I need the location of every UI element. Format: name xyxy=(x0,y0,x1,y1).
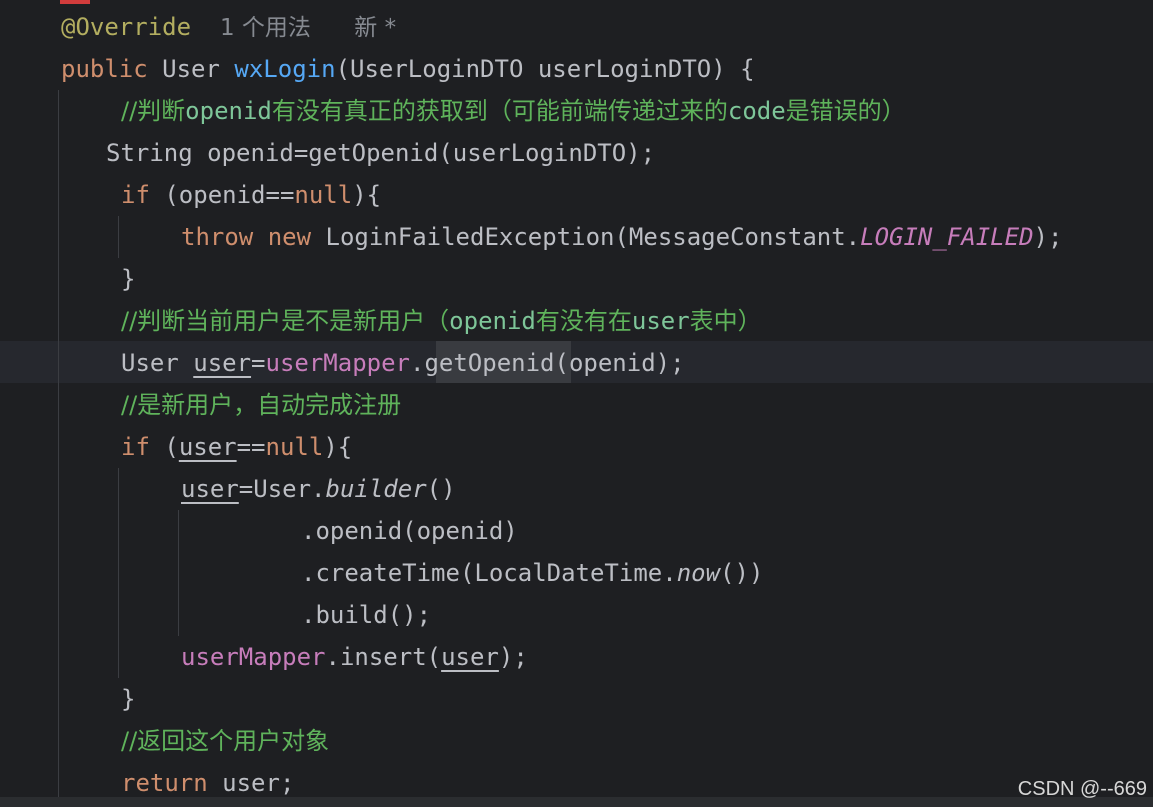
code-text: ){ xyxy=(352,181,382,209)
code-line-6[interactable]: throw new LoginFailedException(MessageCo… xyxy=(181,216,1062,258)
keyword-token: null xyxy=(265,433,324,461)
static-call-token: now xyxy=(676,559,721,587)
code-text: (openid== xyxy=(149,181,295,209)
code-text: ){ xyxy=(323,433,353,461)
code-editor[interactable]: @Override 1 个用法 新 * public User wxLogin(… xyxy=(0,0,1153,807)
code-text: .openid(openid) xyxy=(301,517,518,545)
field-token: userMapper xyxy=(265,349,411,377)
code-text: =User. xyxy=(238,475,326,503)
constant-token: LOGIN_FAILED xyxy=(860,223,1034,251)
keyword-token: return xyxy=(121,769,208,797)
keyword-token: public xyxy=(61,55,148,83)
comment-token: user xyxy=(631,307,690,335)
keyword-token: new xyxy=(253,223,312,251)
error-marker xyxy=(60,0,90,4)
code-text: . xyxy=(410,349,425,377)
code-text: ( xyxy=(149,433,179,461)
code-text: == xyxy=(236,433,266,461)
code-text: .insert( xyxy=(325,643,442,671)
indent-guide xyxy=(118,216,119,258)
indent-guide xyxy=(118,468,119,678)
horizontal-scrollbar[interactable] xyxy=(0,797,1153,807)
comment-token: //返回这个用户对象 xyxy=(121,727,330,755)
code-line-18[interactable]: //返回这个用户对象 xyxy=(121,720,329,762)
comment-token: //判断当前用户是不是新用户（ xyxy=(121,307,450,335)
variable-token: user xyxy=(441,643,499,671)
code-text: ); xyxy=(498,643,528,671)
method-call-token: getOpenid xyxy=(424,349,555,377)
keyword-token: throw xyxy=(181,223,254,251)
watermark-text: CSDN @--669 xyxy=(1017,778,1147,800)
keyword-token: if xyxy=(121,433,150,461)
code-text: User xyxy=(147,55,235,83)
code-line-16[interactable]: userMapper.insert(user); xyxy=(181,636,528,678)
comment-token: 表中） xyxy=(689,307,762,335)
code-text: () xyxy=(426,475,456,503)
code-text: (UserLoginDTO userLoginDTO) { xyxy=(335,55,755,83)
code-line-15[interactable]: .build(); xyxy=(301,594,431,636)
comment-token: 有没有在 xyxy=(535,307,632,335)
code-text: (openid); xyxy=(554,349,685,377)
comment-token: 是错误的） xyxy=(785,97,906,125)
comment-token: openid xyxy=(449,307,536,335)
comment-token: 有没有真正的获取到（可能前端传递过来的 xyxy=(271,97,728,125)
code-text: ()) xyxy=(720,559,764,587)
code-text: .createTime(LocalDateTime. xyxy=(301,559,677,587)
code-line-13[interactable]: .openid(openid) xyxy=(301,510,518,552)
code-line-3[interactable]: //判断openid有没有真正的获取到（可能前端传递过来的code是错误的） xyxy=(121,90,906,132)
code-line-7[interactable]: } xyxy=(121,258,135,300)
code-line-12[interactable]: user=User.builder() xyxy=(181,468,456,510)
variable-token: user xyxy=(181,475,239,503)
code-text: LoginFailedException(MessageConstant. xyxy=(311,223,861,251)
code-line-5[interactable]: if (openid==null){ xyxy=(121,174,381,216)
code-text: String openid=getOpenid(userLoginDTO); xyxy=(106,139,656,167)
annotation-token: @Override xyxy=(61,13,192,41)
code-line-17[interactable]: } xyxy=(121,678,135,720)
comment-token: openid xyxy=(185,97,272,125)
indent-guide xyxy=(58,90,59,807)
static-call-token: builder xyxy=(325,475,427,503)
indent-guide xyxy=(178,510,179,636)
code-text: user; xyxy=(207,769,295,797)
comment-token: //是新用户，自动完成注册 xyxy=(121,391,402,419)
code-line-8[interactable]: //判断当前用户是不是新用户（openid有没有在user表中） xyxy=(121,300,762,342)
code-text: } xyxy=(121,685,136,713)
comment-token: //判断 xyxy=(121,97,186,125)
code-text: } xyxy=(121,265,136,293)
code-text: ); xyxy=(1033,223,1063,251)
code-line-2[interactable]: public User wxLogin(UserLoginDTO userLog… xyxy=(61,48,755,90)
author-hint[interactable]: 新 * xyxy=(354,15,396,41)
usage-hint[interactable]: 1 个用法 xyxy=(220,15,311,41)
method-name-token: wxLogin xyxy=(234,55,336,83)
comment-token: code xyxy=(727,97,786,125)
variable-token: user xyxy=(178,433,237,461)
code-line-10[interactable]: //是新用户，自动完成注册 xyxy=(121,384,401,426)
code-text: = xyxy=(251,349,266,377)
code-text: .build(); xyxy=(301,601,432,629)
code-line-4[interactable]: String openid=getOpenid(userLoginDTO); xyxy=(106,132,655,174)
variable-token: user xyxy=(193,349,252,377)
field-token: userMapper xyxy=(181,643,326,671)
keyword-token: null xyxy=(294,181,353,209)
code-line-14[interactable]: .createTime(LocalDateTime.now()) xyxy=(301,552,763,594)
code-line-1[interactable]: @Override 1 个用法 新 * xyxy=(61,6,396,48)
code-text: User xyxy=(121,349,194,377)
keyword-token: if xyxy=(121,181,150,209)
code-line-9[interactable]: User user=userMapper.getOpenid(openid); xyxy=(121,342,685,384)
code-line-11[interactable]: if (user==null){ xyxy=(121,426,352,468)
